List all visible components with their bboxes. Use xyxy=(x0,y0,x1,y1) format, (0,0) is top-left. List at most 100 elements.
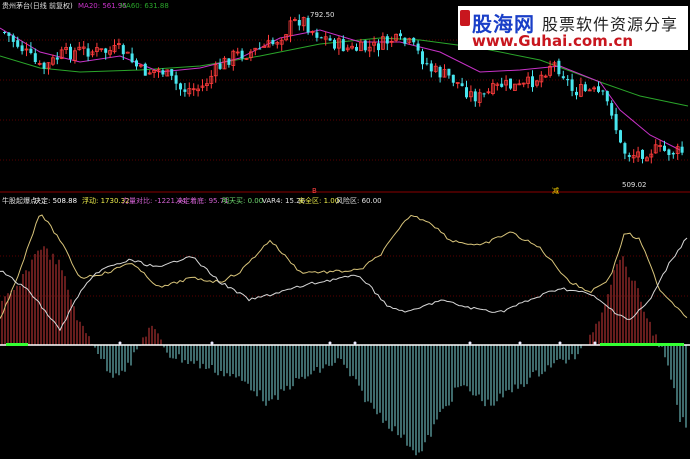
sell-marker: B xyxy=(312,187,317,195)
candle-body xyxy=(363,40,367,51)
candle-body xyxy=(500,83,504,87)
candlestick xyxy=(671,151,675,159)
candlestick xyxy=(319,36,323,39)
high-price-label: 792.50 xyxy=(310,11,335,19)
candlestick xyxy=(658,139,662,152)
oscillator-layer xyxy=(0,214,688,332)
candlestick xyxy=(333,38,336,51)
candle-body xyxy=(333,39,336,49)
candle-body xyxy=(403,37,407,44)
candlestick xyxy=(143,62,147,76)
candlestick xyxy=(235,47,240,56)
main-panel-grid xyxy=(0,39,690,193)
signal-dot xyxy=(593,341,597,345)
candle-body xyxy=(399,33,402,37)
candlestick xyxy=(271,37,275,46)
candle-body xyxy=(11,35,15,42)
candlestick xyxy=(455,82,460,89)
candlestick xyxy=(570,73,574,97)
candle-body xyxy=(566,79,570,81)
candlestick xyxy=(81,41,86,56)
candlestick xyxy=(645,156,649,162)
candle-body xyxy=(509,78,512,89)
candlestick xyxy=(543,74,548,78)
candle-body xyxy=(465,87,468,98)
candlestick xyxy=(531,70,534,92)
candlestick xyxy=(557,58,561,77)
candlestick xyxy=(425,57,429,66)
candle-body xyxy=(341,39,345,52)
candle-body xyxy=(531,76,534,88)
candle-body xyxy=(416,43,420,51)
candlestick xyxy=(170,68,174,80)
candlestick xyxy=(601,89,605,96)
candle-body xyxy=(377,43,380,51)
candle-body xyxy=(355,47,358,51)
candlestick xyxy=(587,88,592,92)
candle-body xyxy=(610,103,614,116)
candlestick xyxy=(253,47,258,56)
indicator-value: 明天买: 0.00 xyxy=(222,197,264,205)
candlestick xyxy=(358,38,363,52)
indicator-value: 风险区: 60.00 xyxy=(336,197,382,205)
signal-dot xyxy=(468,341,472,345)
candlestick xyxy=(631,149,636,163)
candle-body xyxy=(218,63,222,69)
candlestick xyxy=(108,46,112,58)
candlestick xyxy=(597,81,600,94)
candle-body xyxy=(473,91,477,102)
candlestick xyxy=(477,88,482,107)
candlestick xyxy=(183,83,187,97)
main-panel-title: 贵州茅台(日线 前复权) xyxy=(2,2,73,10)
candlestick xyxy=(539,71,544,88)
candle-body xyxy=(385,36,389,44)
candle-body xyxy=(7,32,11,36)
candlestick xyxy=(675,143,680,160)
candlestick xyxy=(653,139,658,154)
candlestick xyxy=(125,51,130,54)
candlestick xyxy=(513,83,517,91)
candle-body xyxy=(135,60,138,67)
candle-body xyxy=(183,89,187,92)
candlestick xyxy=(416,40,420,55)
signal-dot xyxy=(353,341,357,345)
candlestick xyxy=(412,37,416,46)
candle-body xyxy=(55,57,59,60)
candle-body xyxy=(328,38,332,41)
candlestick xyxy=(37,60,42,66)
candlestick xyxy=(152,70,157,78)
candle-body xyxy=(575,91,578,96)
candlestick xyxy=(135,58,138,70)
candlestick xyxy=(667,148,671,161)
candle-body xyxy=(680,146,684,153)
candlestick xyxy=(509,78,512,90)
candle-body xyxy=(597,86,600,92)
candlestick xyxy=(451,74,455,87)
candlestick xyxy=(641,149,644,164)
candlestick xyxy=(610,100,614,120)
candlestick xyxy=(95,42,99,57)
candlestick xyxy=(42,61,46,75)
candle-body xyxy=(33,53,37,62)
candlestick xyxy=(310,30,315,36)
signal-dot xyxy=(210,341,214,345)
candlestick xyxy=(521,82,526,88)
candlestick xyxy=(147,70,152,75)
candle-body xyxy=(227,58,231,65)
candle-body xyxy=(438,67,442,78)
candlestick xyxy=(266,34,271,48)
candle-body xyxy=(306,17,310,33)
candle-body xyxy=(42,62,46,69)
candlestick xyxy=(526,72,530,89)
candlestick xyxy=(592,85,596,92)
candlestick xyxy=(561,70,565,80)
candle-body xyxy=(482,93,486,95)
candlestick xyxy=(20,41,24,55)
signal-dot xyxy=(518,341,522,345)
candlestick xyxy=(680,141,684,156)
candlestick xyxy=(649,149,654,164)
candlestick xyxy=(473,88,477,107)
candlestick xyxy=(90,49,95,58)
candlestick xyxy=(301,16,306,31)
candlestick xyxy=(130,47,134,64)
